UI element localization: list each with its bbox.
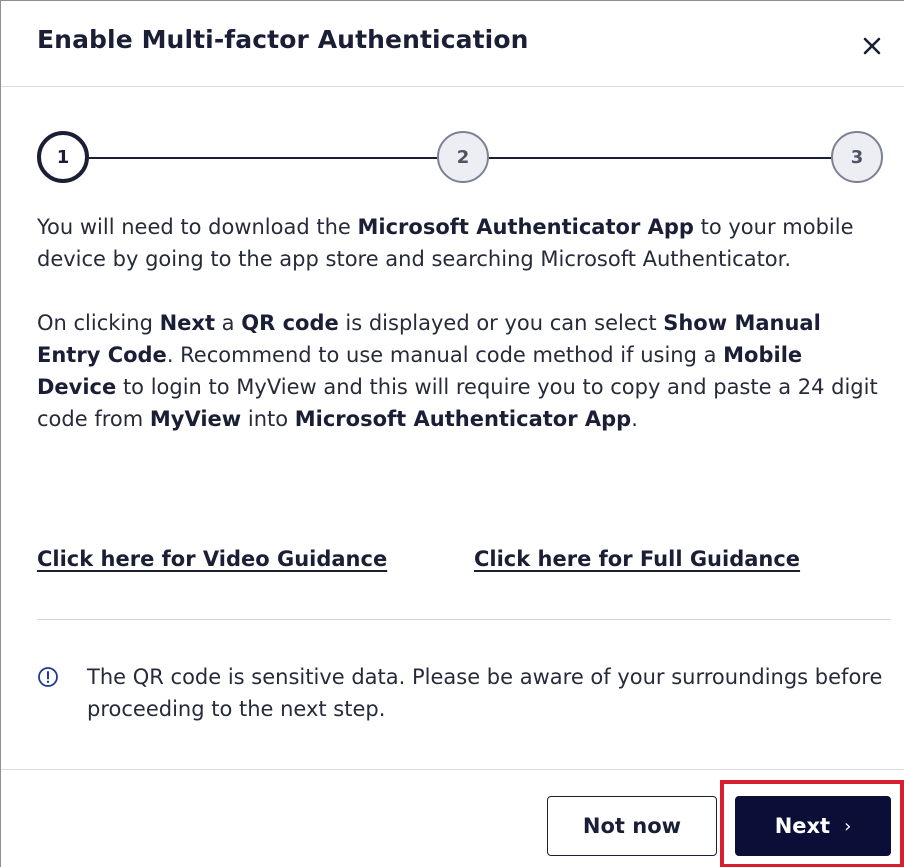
instructions-paragraph-2: On clicking Next a QR code is displayed … [37,311,878,431]
notice-text: The QR code is sensitive data. Please be… [87,665,883,721]
full-guidance-link[interactable]: Click here for Full Guidance [474,547,800,571]
step-connector-1 [89,157,439,159]
progress-stepper: 1 2 3 [37,131,893,185]
dialog-title: Enable Multi-factor Authentication [37,25,529,54]
dialog-header: Enable Multi-factor Authentication [1,1,904,87]
next-label: Next [774,814,831,838]
close-button[interactable] [859,33,885,59]
chevron-right-icon: › [844,815,852,837]
not-now-button[interactable]: Not now [547,796,717,856]
step-3-indicator: 3 [831,131,883,183]
close-icon [863,37,881,55]
instructions-paragraph-1: You will need to download the Microsoft … [37,215,854,271]
next-button[interactable]: Next › [735,796,891,856]
step-1-indicator: 1 [37,131,89,183]
video-guidance-link[interactable]: Click here for Video Guidance [37,547,387,571]
step-connector-2 [489,157,831,159]
info-icon [38,667,58,687]
not-now-label: Not now [582,814,682,838]
guidance-links: Click here for Video Guidance Click here… [37,547,883,581]
mfa-dialog: Enable Multi-factor Authentication 1 2 3… [0,0,904,867]
instructions: You will need to download the Microsoft … [37,211,883,467]
step-2-indicator: 2 [437,131,489,183]
dialog-footer: Not now Next › [1,769,904,867]
content-divider [37,619,891,620]
